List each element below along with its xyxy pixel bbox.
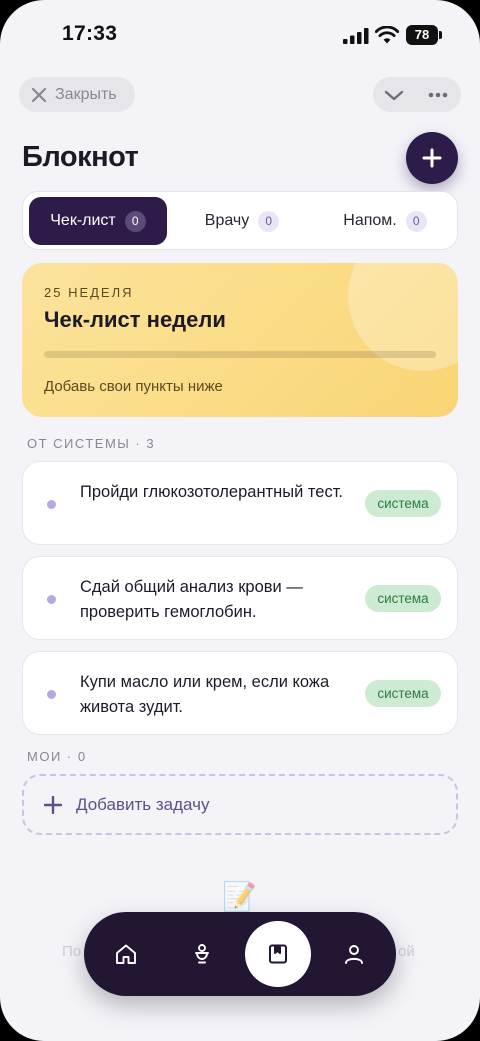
add-task-label: Добавить задачу <box>76 794 210 814</box>
system-badge: система <box>365 680 441 707</box>
tab-label: Чек-лист <box>50 212 116 229</box>
checklist-item-text: Сдай общий анализ крови — проверить гемо… <box>80 578 303 621</box>
nav-baby[interactable] <box>180 932 224 976</box>
close-icon <box>31 87 47 102</box>
mine-section-label: МОИ · 0 <box>27 749 87 764</box>
bullet-dot <box>47 595 56 604</box>
close-button[interactable]: Закрыть <box>19 77 135 112</box>
tab-count: 0 <box>258 210 280 232</box>
memo-icon: 📝 <box>222 881 257 912</box>
system-badge: система <box>365 490 441 517</box>
checklist-item[interactable]: Сдай общий анализ крови — проверить гемо… <box>22 556 458 640</box>
tab-count: 0 <box>124 210 146 232</box>
week-checklist-card: 25 НЕДЕЛЯ Чек-лист недели Добавь свои пу… <box>22 263 458 417</box>
week-progress-bar <box>44 351 436 358</box>
nav-profile[interactable] <box>332 932 376 976</box>
plus-icon <box>422 148 442 168</box>
system-section-label: ОТ СИСТЕМЫ · 3 <box>27 436 156 451</box>
tab-count: 0 <box>405 210 427 232</box>
battery-indicator: 78 <box>406 25 438 45</box>
add-note-button[interactable] <box>406 132 458 184</box>
battery-nub <box>439 31 442 39</box>
home-icon <box>116 944 136 964</box>
checklist-item-text: Пройди глюкозотолерантный тест. <box>80 483 344 501</box>
chevron-down-icon[interactable] <box>383 84 405 106</box>
notebook-tabs: Чек-лист 0 Врачу 0 Напом. 0 <box>22 191 458 250</box>
tab-label: Врачу <box>204 212 250 229</box>
checklist-item[interactable]: Пройди глюкозотолерантный тест. система <box>22 461 458 545</box>
status-time: 17:33 <box>62 22 118 45</box>
week-card-title: Чек-лист недели <box>44 307 226 332</box>
close-label: Закрыть <box>55 85 117 103</box>
wifi-icon <box>375 26 399 44</box>
notebook-icon <box>269 944 287 964</box>
tab-checklist[interactable]: Чек-лист 0 <box>29 197 167 245</box>
profile-icon <box>345 945 363 964</box>
nav-home[interactable] <box>104 932 148 976</box>
phone-screen: 17:33 78 Закрыть Блокнот Чек-лист 0 Врач… <box>0 0 480 1041</box>
tab-label: Напом. <box>343 212 397 229</box>
nav-notebook[interactable] <box>245 921 311 987</box>
bullet-dot <box>47 690 56 699</box>
cellular-signal-icon <box>343 28 369 44</box>
checklist-item-text: Купи масло или крем, если кожа живота зу… <box>80 673 330 716</box>
mini-app-controls <box>373 77 461 112</box>
checklist-item[interactable]: Купи масло или крем, если кожа живота зу… <box>22 651 458 735</box>
more-icon[interactable] <box>427 84 449 106</box>
plus-icon <box>44 795 62 814</box>
tab-reminders[interactable]: Напом. 0 <box>317 197 453 245</box>
add-task-button[interactable]: Добавить задачу <box>22 774 458 835</box>
week-card-hint: Добавь свои пункты ниже <box>44 378 223 395</box>
bottom-navigation <box>84 912 396 996</box>
week-number: 25 НЕДЕЛЯ <box>44 285 134 300</box>
status-bar: 17:33 78 <box>0 0 480 70</box>
system-badge: система <box>365 585 441 612</box>
bullet-dot <box>47 500 56 509</box>
baby-icon <box>195 944 209 964</box>
empty-state-text: ой <box>398 943 415 960</box>
page-title: Блокнот <box>22 141 139 173</box>
tab-doctor[interactable]: Врачу 0 <box>173 197 311 245</box>
empty-state-text: По <box>62 943 82 960</box>
